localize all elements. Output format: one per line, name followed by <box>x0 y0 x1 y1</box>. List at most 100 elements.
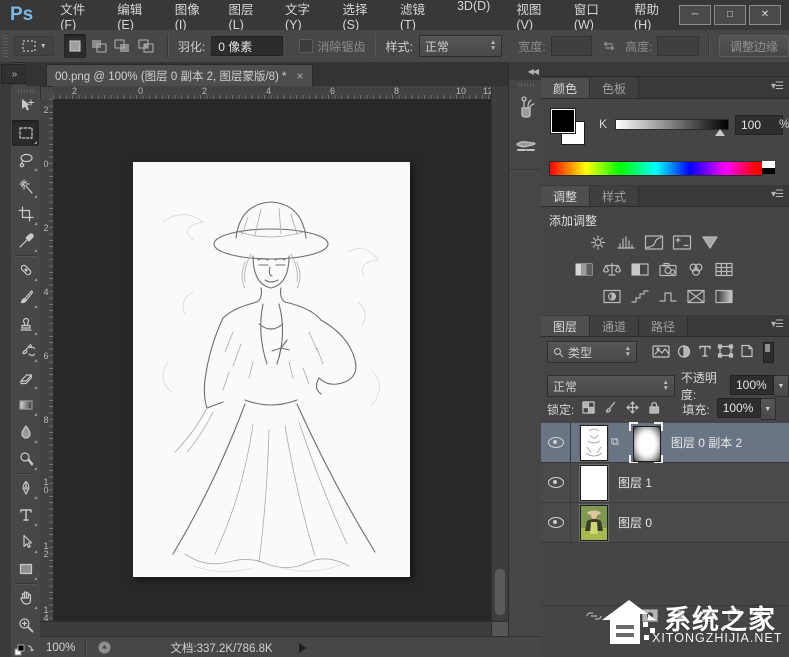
status-options-arrow-icon[interactable] <box>298 642 306 653</box>
color-spectrum-ramp[interactable] <box>549 161 763 176</box>
pen-tool[interactable] <box>12 475 39 501</box>
channel-mixer-icon[interactable] <box>683 260 708 279</box>
dodge-tool[interactable] <box>12 446 39 472</box>
eraser-tool[interactable] <box>12 365 39 391</box>
posterize-icon[interactable] <box>627 287 652 306</box>
color-lookup-icon[interactable] <box>711 260 736 279</box>
curves-icon[interactable] <box>641 233 666 252</box>
threshold-icon[interactable] <box>655 287 680 306</box>
tab-adjustments[interactable]: 调整 <box>541 186 591 206</box>
feather-input[interactable]: 0 像素 <box>211 36 284 56</box>
brush-panel-button[interactable] <box>509 89 542 127</box>
levels-icon[interactable] <box>613 233 638 252</box>
history-brush-tool[interactable] <box>12 338 39 364</box>
filter-adjustment-layers-icon[interactable] <box>675 343 693 362</box>
rectangular-marquee-tool[interactable] <box>12 120 39 146</box>
panel-menu-icon[interactable]: ▾☰ <box>771 81 784 92</box>
filter-shape-layers-icon[interactable] <box>717 343 735 362</box>
opacity-dropdown-icon[interactable]: ▼ <box>774 375 789 397</box>
fill-value[interactable]: 100% <box>716 398 761 418</box>
close-button[interactable]: ✕ <box>749 5 781 25</box>
zoom-tool[interactable] <box>12 612 39 638</box>
exposure-icon[interactable] <box>669 233 694 252</box>
lock-position-icon[interactable] <box>625 400 640 418</box>
selection-mode-new-button[interactable] <box>63 34 87 58</box>
minimize-button[interactable]: ─ <box>679 5 711 25</box>
lasso-tool[interactable] <box>12 147 39 173</box>
swap-colors-icon[interactable] <box>13 642 37 657</box>
brush-tool[interactable] <box>12 284 39 310</box>
layer-thumbnail-sketch[interactable] <box>579 423 609 462</box>
opacity-value[interactable]: 100% <box>730 375 774 395</box>
magic-wand-tool[interactable] <box>12 174 39 200</box>
path-selection-tool[interactable] <box>12 529 39 555</box>
layer-visibility-toggle[interactable] <box>541 423 571 462</box>
style-select[interactable]: 正常 ▲ ▼ <box>418 35 503 57</box>
blur-tool[interactable] <box>12 419 39 445</box>
selection-mode-subtract-button[interactable] <box>111 34 134 58</box>
white-pick[interactable] <box>762 161 775 168</box>
pasteboard[interactable] <box>53 99 491 621</box>
gradient-tool[interactable] <box>12 392 39 418</box>
collapse-dock-icon[interactable]: ◀◀ <box>528 67 539 76</box>
filter-type-layers-icon[interactable] <box>697 343 713 362</box>
tool-preset-picker[interactable]: ▼ <box>13 36 54 56</box>
foreground-swatch[interactable] <box>550 108 576 134</box>
eyedropper-tool[interactable] <box>12 228 39 254</box>
k-slider[interactable] <box>615 119 729 130</box>
vertical-scrollbar[interactable] <box>491 86 508 621</box>
layer-mask-link-icon[interactable]: ⧉ <box>611 436 619 449</box>
vibrance-icon[interactable] <box>697 233 722 252</box>
tab-paths[interactable]: 路径 <box>639 316 689 336</box>
fill-dropdown-icon[interactable]: ▼ <box>760 398 776 420</box>
panel-menu-icon[interactable]: ▾☰ <box>771 319 784 330</box>
spot-healing-brush-tool[interactable] <box>12 257 39 283</box>
layer-name[interactable]: 图层 0 <box>618 514 652 531</box>
filter-toggle-switch[interactable] <box>763 341 774 363</box>
clone-stamp-tool[interactable] <box>12 311 39 337</box>
hand-tool[interactable] <box>12 585 39 611</box>
layer-name[interactable]: 图层 1 <box>618 474 652 491</box>
tab-color[interactable]: 颜色 <box>541 78 591 98</box>
expand-tools-dock-button[interactable]: » <box>1 64 27 84</box>
filter-smart-objects-icon[interactable] <box>739 343 755 362</box>
mask-thumb[interactable] <box>632 425 661 462</box>
selection-mode-intersect-button[interactable] <box>134 34 157 58</box>
hue-saturation-icon[interactable] <box>571 260 596 279</box>
layer-thumbnail-white[interactable] <box>579 463 609 502</box>
tab-close-icon[interactable]: × <box>297 69 304 83</box>
k-slider-thumb[interactable] <box>715 129 725 136</box>
maximize-button[interactable]: □ <box>714 5 746 25</box>
layer-row-0[interactable]: ⧉ 图层 0 副本 2 <box>541 421 789 464</box>
opacity-control[interactable]: 100% ▼ <box>730 375 789 397</box>
vertical-scroll-thumb[interactable] <box>495 569 505 615</box>
selection-mode-add-button[interactable] <box>87 34 110 58</box>
lock-transparent-pixels-icon[interactable] <box>581 400 596 418</box>
lock-all-icon[interactable] <box>647 400 661 418</box>
photo-filter-icon[interactable] <box>655 260 680 279</box>
width-input[interactable] <box>550 36 593 56</box>
tab-channels[interactable]: 通道 <box>590 316 640 336</box>
color-balance-icon[interactable] <box>599 260 624 279</box>
selective-color-icon[interactable] <box>711 287 736 306</box>
tab-swatches[interactable]: 色板 <box>590 78 640 98</box>
horizontal-scrollbar[interactable] <box>40 621 491 637</box>
crop-tool[interactable] <box>12 201 39 227</box>
tab-styles[interactable]: 样式 <box>590 186 640 206</box>
filter-pixel-layers-icon[interactable] <box>651 343 671 362</box>
move-tool[interactable] <box>12 93 39 119</box>
lock-image-pixels-icon[interactable] <box>603 400 618 418</box>
k-value-input[interactable]: 100 <box>735 115 783 135</box>
blend-mode-select[interactable]: 正常 ▲ ▼ <box>547 375 675 397</box>
layer-thumbnail-photo[interactable] <box>579 503 609 542</box>
gradient-map-icon[interactable] <box>683 287 708 306</box>
refine-edge-button[interactable]: 调整边缘 <box>718 35 789 57</box>
brightness-contrast-icon[interactable] <box>585 233 610 252</box>
clone-source-panel-button[interactable] <box>509 127 542 165</box>
black-white-icon[interactable] <box>627 260 652 279</box>
canvas-document[interactable] <box>133 162 410 577</box>
layer-visibility-toggle[interactable] <box>541 503 571 542</box>
black-white-picker[interactable] <box>762 161 775 174</box>
layer-mask-thumbnail[interactable] <box>628 421 663 464</box>
swap-width-height-icon[interactable] <box>600 40 617 52</box>
